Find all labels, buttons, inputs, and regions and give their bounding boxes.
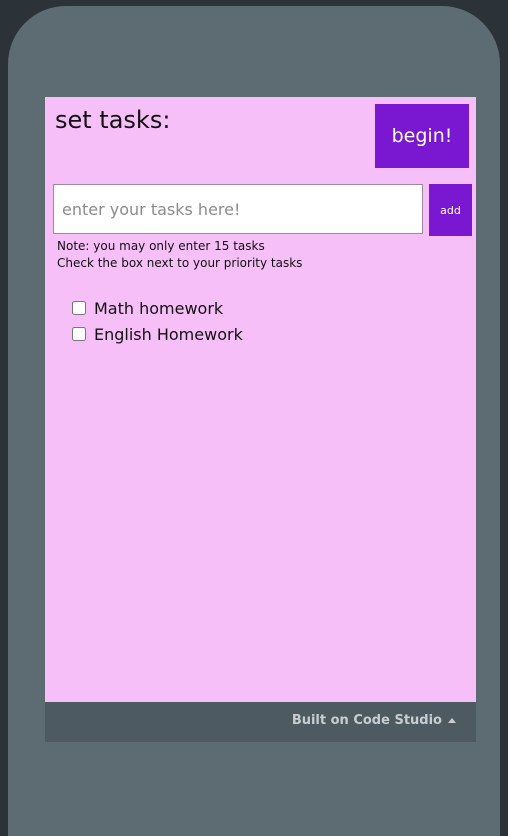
- footer-label: Built on Code Studio: [291, 713, 442, 728]
- task-limit-note: Note: you may only enter 15 tasks: [57, 239, 265, 253]
- built-on-code-studio-link[interactable]: Built on Code Studio: [292, 713, 456, 728]
- task-list: Math homework English Homework: [72, 295, 243, 347]
- task-item: English Homework: [72, 321, 243, 347]
- task-priority-checkbox[interactable]: [72, 327, 86, 341]
- task-input[interactable]: [53, 184, 423, 234]
- begin-button[interactable]: begin!: [375, 104, 469, 168]
- task-item: Math homework: [72, 295, 243, 321]
- caret-up-icon: [448, 718, 456, 723]
- task-label: Math homework: [94, 298, 224, 318]
- app-screen: set tasks: begin! add Note: you may only…: [45, 97, 476, 702]
- add-task-button[interactable]: add: [429, 184, 472, 236]
- page-title: set tasks:: [55, 106, 171, 134]
- priority-instructions: Check the box next to your priority task…: [57, 256, 303, 270]
- footer-bar: Built on Code Studio: [45, 702, 476, 742]
- task-priority-checkbox[interactable]: [72, 301, 86, 315]
- task-label: English Homework: [94, 324, 243, 344]
